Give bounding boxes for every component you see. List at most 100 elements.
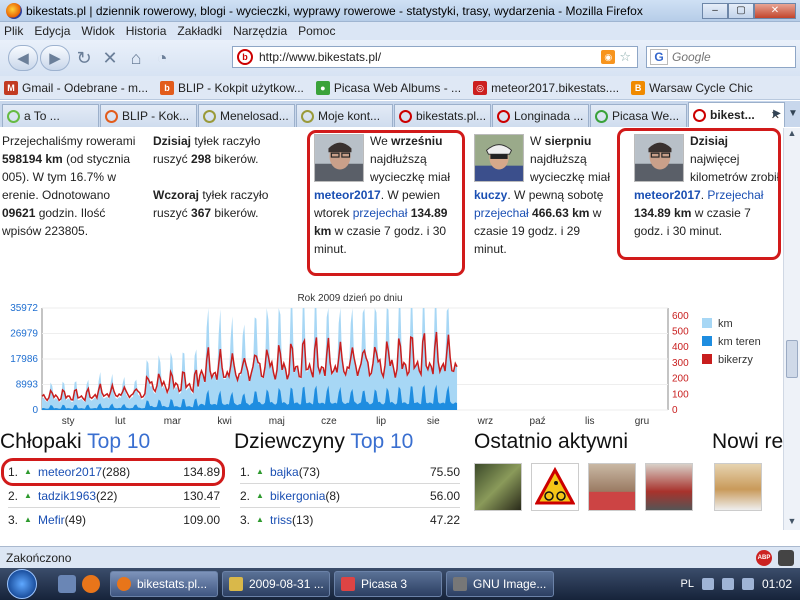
x-tick-label: maj (269, 416, 285, 427)
today-bikers-count: 298 (191, 152, 212, 166)
minimize-button[interactable]: – (702, 2, 728, 19)
men-top10-link[interactable]: Top 10 (87, 430, 150, 453)
menu-widok[interactable]: Widok (81, 24, 114, 38)
user-thumb[interactable] (714, 463, 762, 511)
adblock-icon[interactable]: ABP (756, 549, 772, 566)
bookmark-warsaw-cycle-chic[interactable]: B Warsaw Cycle Chic (631, 80, 753, 95)
card-text: w (589, 206, 602, 220)
start-button[interactable] (0, 568, 44, 600)
ride-link[interactable]: przejechał (474, 206, 529, 220)
avatar-kuczy[interactable] (474, 134, 524, 182)
addon-status-icon[interactable] (778, 549, 794, 566)
y-left-tick-label: 8993 (16, 380, 39, 391)
tab-1[interactable]: BLIP - Kok... (100, 104, 197, 127)
user-link[interactable]: bikergonia (270, 489, 325, 503)
ride-count: (22) (96, 488, 118, 503)
stop-button[interactable]: ✕ (98, 45, 122, 71)
menu-narzedzia[interactable]: Narzędzia (233, 24, 287, 38)
user-link[interactable]: Mefir (38, 513, 65, 527)
blogger-icon: B (631, 80, 646, 95)
user-link[interactable]: triss (270, 513, 292, 527)
maximize-button[interactable]: ▢ (728, 2, 754, 19)
scroll-down-icon[interactable]: ▼ (786, 516, 798, 530)
tab-scroll-right-icon[interactable]: ▶ (770, 104, 784, 124)
home-button[interactable]: ⌂ (124, 45, 148, 71)
bookmark-meteor[interactable]: ◎ meteor2017.bikestats.... (473, 80, 619, 95)
tab-list-icon[interactable]: ▼ (786, 104, 800, 124)
addon-button[interactable]: ◔ (150, 45, 174, 71)
recently-active-thumbs (474, 463, 693, 511)
stop-icon: ✕ (102, 47, 118, 68)
highlight-box (617, 128, 781, 260)
tab-4[interactable]: bikestats.pl... (394, 104, 491, 127)
search-input[interactable] (672, 50, 772, 64)
scroll-up-icon[interactable]: ▲ (786, 128, 798, 142)
task-folder[interactable]: 2009-08-31 ... (222, 571, 330, 597)
user-thumb[interactable] (531, 463, 579, 511)
ride-count: (8) (325, 488, 341, 503)
highlight-box (1, 458, 225, 486)
network-icon[interactable] (721, 578, 734, 590)
language-indicator[interactable]: PL (681, 578, 694, 590)
firefox-launch-icon[interactable] (82, 575, 100, 593)
back-button[interactable]: ◀ (8, 45, 38, 71)
task-picasa[interactable]: Picasa 3 (334, 571, 442, 597)
user-thumb[interactable] (474, 463, 522, 511)
x-tick-label: lis (585, 416, 594, 427)
rank: 2. (8, 488, 19, 503)
page-scrollbar[interactable]: ▲ ▼ (783, 128, 800, 530)
volume-icon[interactable] (741, 578, 754, 590)
tab-label: Moje kont... (318, 109, 381, 123)
bookmark-label: Gmail - Odebrane - m... (22, 80, 149, 95)
up-arrow-icon: ▲ (256, 491, 264, 500)
bookmark-gmail[interactable]: M Gmail - Odebrane - m... (4, 80, 149, 95)
search-box[interactable]: G (646, 46, 796, 68)
task-firefox[interactable]: bikestats.pl... (110, 571, 218, 597)
bookmark-star-icon[interactable]: ☆ (619, 49, 631, 65)
y-right-tick-label: 300 (672, 358, 689, 369)
tab-label: Menelosad... (220, 109, 289, 123)
tab-label: bikestats.pl... (416, 109, 487, 123)
tab-5[interactable]: Longinada ... (492, 104, 589, 127)
google-engine-icon[interactable]: G (650, 49, 668, 65)
km-value: 56.00 (429, 488, 460, 503)
user-link-kuczy[interactable]: kuczy (474, 188, 507, 202)
y-left-tick-label: 26979 (10, 329, 38, 340)
ride-count: (73) (298, 464, 321, 479)
menu-pomoc[interactable]: Pomoc (298, 24, 335, 38)
user-link[interactable]: tadzik1963 (38, 489, 96, 503)
menu-edycja[interactable]: Edycja (34, 24, 70, 38)
user-link[interactable]: bajka (270, 465, 299, 479)
rss-icon[interactable]: ◉ (601, 50, 616, 64)
x-tick-label: sty (62, 416, 75, 427)
tab-2[interactable]: Menelosad... (198, 104, 295, 127)
tab-0[interactable]: a To ... (2, 104, 99, 127)
record-card-august: W sierpniu najdłuższą wycieczkę miał kuc… (474, 132, 616, 258)
bookmark-blip[interactable]: b BLIP - Kokpit użytkow... (160, 80, 304, 95)
close-button[interactable]: ✕ (754, 2, 796, 19)
bookmarks-toolbar: M Gmail - Odebrane - m... b BLIP - Kokpit … (0, 76, 800, 100)
show-desktop-icon[interactable] (58, 575, 76, 593)
tab-scroll-arrows: ▶ ▼ (770, 104, 800, 124)
tray-up-icon[interactable] (701, 578, 714, 590)
women-top10-link[interactable]: Top 10 (350, 430, 413, 453)
tab-3[interactable]: Moje kont... (296, 104, 393, 127)
reload-button[interactable]: ↻ (72, 45, 96, 71)
user-thumb[interactable] (645, 463, 693, 511)
task-gimp[interactable]: GNU Image... (446, 571, 554, 597)
forward-button[interactable]: ▶ (40, 45, 70, 71)
bookmark-picasa[interactable]: ● Picasa Web Albums - ... (315, 80, 462, 95)
user-thumb[interactable] (588, 463, 636, 511)
menu-zakladki[interactable]: Zakładki (177, 24, 222, 38)
url-text[interactable]: http://www.bikestats.pl/ (259, 50, 601, 64)
url-bar[interactable]: b http://www.bikestats.pl/ ◉ ☆ (232, 46, 638, 68)
scrollbar-thumb[interactable] (786, 340, 798, 378)
menu-plik[interactable]: Plik (4, 24, 23, 38)
windows-taskbar: bikestats.pl... 2009-08-31 ... Picasa 3 … (0, 568, 800, 600)
tab-6[interactable]: Picasa We... (590, 104, 687, 127)
menu-historia[interactable]: Historia (126, 24, 167, 38)
bookmark-label: Picasa Web Albums - ... (333, 80, 462, 95)
rank: 1. (240, 464, 251, 479)
yesterday-bikers-count: 367 (191, 206, 212, 220)
clock[interactable]: 01:02 (762, 577, 792, 591)
